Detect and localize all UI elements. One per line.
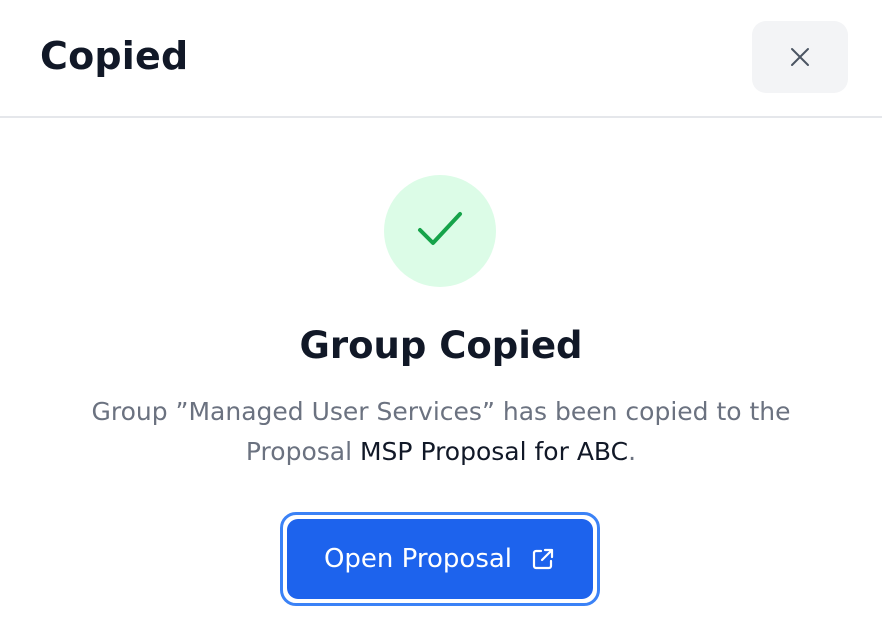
open-proposal-button[interactable]: Open Proposal bbox=[287, 519, 593, 599]
proposal-name: MSP Proposal for ABC bbox=[359, 437, 629, 466]
success-badge bbox=[384, 175, 496, 287]
open-proposal-label: Open Proposal bbox=[323, 544, 513, 574]
dialog-header: Copied bbox=[0, 0, 882, 118]
success-message: Group ”Managed User Services” has been c… bbox=[40, 392, 842, 472]
check-icon bbox=[416, 209, 464, 253]
close-button[interactable] bbox=[752, 21, 848, 93]
close-icon bbox=[789, 46, 811, 68]
message-suffix: . bbox=[628, 437, 637, 466]
dialog-title: Copied bbox=[40, 34, 189, 78]
success-heading: Group Copied bbox=[299, 324, 583, 367]
external-link-icon bbox=[530, 546, 556, 572]
copied-dialog: Copied Group Copied Group ”Managed User … bbox=[0, 0, 882, 632]
open-proposal-focus-ring: Open Proposal bbox=[280, 512, 600, 606]
